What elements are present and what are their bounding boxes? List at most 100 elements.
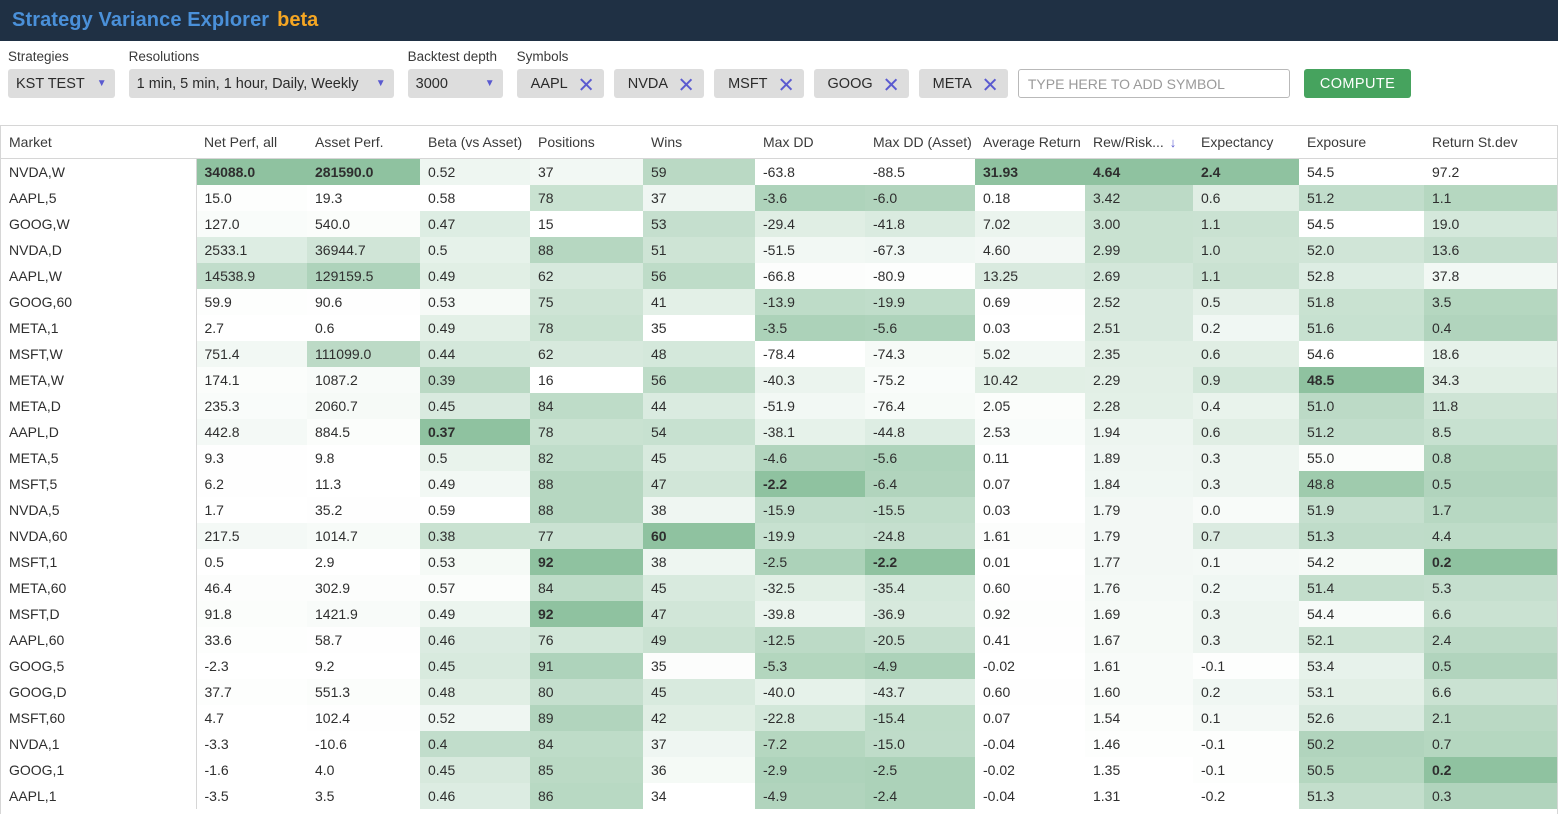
table-row[interactable]: NVDA,60217.51014.70.387760-19.9-24.81.61… bbox=[1, 523, 1557, 549]
cell-rew-risk: 1.79 bbox=[1085, 523, 1193, 549]
table-row[interactable]: MSFT,D91.81421.90.499247-39.8-36.90.921.… bbox=[1, 601, 1557, 627]
cell-avg-return: 0.01 bbox=[975, 549, 1085, 575]
close-icon[interactable] bbox=[982, 76, 998, 92]
cell-wins: 53 bbox=[643, 211, 755, 237]
column-header-positions[interactable]: Positions bbox=[530, 126, 643, 159]
backtest-depth-select[interactable]: 3000 ▼ bbox=[408, 69, 503, 98]
table-row[interactable]: META,W174.11087.20.391656-40.3-75.210.42… bbox=[1, 367, 1557, 393]
table-row[interactable]: META,D235.32060.70.458444-51.9-76.42.052… bbox=[1, 393, 1557, 419]
cell-asset: 9.2 bbox=[307, 653, 420, 679]
symbol-chip[interactable]: AAPL bbox=[517, 69, 604, 98]
cell-expectancy: 0.1 bbox=[1193, 549, 1299, 575]
column-header-rew-risk[interactable]: Rew/Risk...↓ bbox=[1085, 126, 1193, 159]
table-row[interactable]: MSFT,10.52.90.539238-2.5-2.20.011.770.15… bbox=[1, 549, 1557, 575]
cell-market: NVDA,60 bbox=[1, 523, 196, 549]
table-row[interactable]: GOOG,W127.0540.00.471553-29.4-41.87.023.… bbox=[1, 211, 1557, 237]
column-header-max-dd[interactable]: Max DD bbox=[755, 126, 865, 159]
symbol-chip[interactable]: MSFT bbox=[714, 69, 803, 98]
cell-rew-risk: 1.79 bbox=[1085, 497, 1193, 523]
cell-maxdd-asset: -74.3 bbox=[865, 341, 975, 367]
cell-beta: 0.49 bbox=[420, 601, 530, 627]
cell-avg-return: 31.93 bbox=[975, 159, 1085, 186]
table-row[interactable]: NVDA,D2533.136944.70.58851-51.5-67.34.60… bbox=[1, 237, 1557, 263]
column-header-beta-vs-asset[interactable]: Beta (vs Asset) bbox=[420, 126, 530, 159]
cell-expectancy: 0.2 bbox=[1193, 679, 1299, 705]
table-row[interactable]: NVDA,W34088.0281590.00.523759-63.8-88.53… bbox=[1, 159, 1557, 186]
table-row[interactable]: META,59.39.80.58245-4.6-5.60.111.890.355… bbox=[1, 445, 1557, 471]
cell-rew-risk: 3.00 bbox=[1085, 211, 1193, 237]
cell-net: 235.3 bbox=[196, 393, 307, 419]
table-row[interactable]: GOOG,1-1.64.00.458536-2.9-2.5-0.021.35-0… bbox=[1, 757, 1557, 783]
table-row[interactable]: AAPL,W14538.9129159.50.496256-66.8-80.91… bbox=[1, 263, 1557, 289]
cell-maxdd: -40.0 bbox=[755, 679, 865, 705]
column-header-exposure[interactable]: Exposure bbox=[1299, 126, 1424, 159]
cell-asset: 3.5 bbox=[307, 783, 420, 809]
cell-asset: 884.5 bbox=[307, 419, 420, 445]
symbol-chip[interactable]: NVDA bbox=[614, 69, 704, 98]
cell-wins: 59 bbox=[643, 159, 755, 186]
cell-maxdd: -78.4 bbox=[755, 341, 865, 367]
symbol-chip[interactable]: GOOG bbox=[814, 69, 909, 98]
cell-expectancy: 0.3 bbox=[1193, 627, 1299, 653]
cell-net: 174.1 bbox=[196, 367, 307, 393]
table-row[interactable]: AAPL,515.019.30.587837-3.6-6.00.183.420.… bbox=[1, 185, 1557, 211]
table-row[interactable]: META,12.70.60.497835-3.5-5.60.032.510.25… bbox=[1, 315, 1557, 341]
column-header-return-st-dev[interactable]: Return St.dev bbox=[1424, 126, 1557, 159]
table-row[interactable]: MSFT,56.211.30.498847-2.2-6.40.071.840.3… bbox=[1, 471, 1557, 497]
app-title-bar: Strategy Variance Explorer beta bbox=[0, 0, 1558, 41]
cell-maxdd: -13.9 bbox=[755, 289, 865, 315]
table-row[interactable]: NVDA,51.735.20.598838-15.9-15.50.031.790… bbox=[1, 497, 1557, 523]
column-header-net-perf-all[interactable]: Net Perf, all bbox=[196, 126, 307, 159]
cell-maxdd: -38.1 bbox=[755, 419, 865, 445]
compute-button[interactable]: COMPUTE bbox=[1304, 69, 1411, 98]
cell-positions: 16 bbox=[530, 367, 643, 393]
cell-avg-return: 7.02 bbox=[975, 211, 1085, 237]
cell-expectancy: 0.2 bbox=[1193, 575, 1299, 601]
table-row[interactable]: AAPL,1-3.53.50.468634-4.9-2.4-0.041.31-0… bbox=[1, 783, 1557, 809]
table-row[interactable]: GOOG,D37.7551.30.488045-40.0-43.70.601.6… bbox=[1, 679, 1557, 705]
column-header-asset-perf[interactable]: Asset Perf. bbox=[307, 126, 420, 159]
cell-return-stdev: 2.4 bbox=[1424, 627, 1557, 653]
cell-exposure: 52.0 bbox=[1299, 237, 1424, 263]
column-header-wins[interactable]: Wins bbox=[643, 126, 755, 159]
strategies-label: Strategies bbox=[8, 49, 115, 65]
cell-net: 34088.0 bbox=[196, 159, 307, 186]
cell-beta: 0.46 bbox=[420, 627, 530, 653]
symbol-chip[interactable]: META bbox=[919, 69, 1008, 98]
column-header-average-return[interactable]: Average Return bbox=[975, 126, 1085, 159]
add-symbol-input[interactable] bbox=[1018, 69, 1290, 98]
cell-beta: 0.53 bbox=[420, 289, 530, 315]
close-icon[interactable] bbox=[578, 76, 594, 92]
cell-wins: 37 bbox=[643, 731, 755, 757]
cell-maxdd: -3.6 bbox=[755, 185, 865, 211]
grid-header: MarketNet Perf, allAsset Perf.Beta (vs A… bbox=[1, 126, 1557, 159]
cell-avg-return: 0.07 bbox=[975, 705, 1085, 731]
cell-market: META,5 bbox=[1, 445, 196, 471]
strategies-select[interactable]: KST TEST ▼ bbox=[8, 69, 115, 98]
table-row[interactable]: AAPL,D442.8884.50.377854-38.1-44.82.531.… bbox=[1, 419, 1557, 445]
cell-beta: 0.5 bbox=[420, 237, 530, 263]
cell-positions: 77 bbox=[530, 523, 643, 549]
close-icon[interactable] bbox=[678, 76, 694, 92]
cell-wins: 42 bbox=[643, 705, 755, 731]
table-row[interactable]: NVDA,1-3.3-10.60.48437-7.2-15.0-0.041.46… bbox=[1, 731, 1557, 757]
cell-market: META,D bbox=[1, 393, 196, 419]
cell-return-stdev: 13.6 bbox=[1424, 237, 1557, 263]
table-row[interactable]: MSFT,W751.4111099.00.446248-78.4-74.35.0… bbox=[1, 341, 1557, 367]
column-header-max-dd-asset[interactable]: Max DD (Asset) bbox=[865, 126, 975, 159]
cell-exposure: 54.5 bbox=[1299, 211, 1424, 237]
cell-expectancy: 0.6 bbox=[1193, 341, 1299, 367]
table-row[interactable]: MSFT,604.7102.40.528942-22.8-15.40.071.5… bbox=[1, 705, 1557, 731]
close-icon[interactable] bbox=[883, 76, 899, 92]
cell-market: AAPL,D bbox=[1, 419, 196, 445]
cell-net: 4.7 bbox=[196, 705, 307, 731]
table-row[interactable]: GOOG,6059.990.60.537541-13.9-19.90.692.5… bbox=[1, 289, 1557, 315]
results-grid-container[interactable]: MarketNet Perf, allAsset Perf.Beta (vs A… bbox=[0, 125, 1558, 814]
table-row[interactable]: META,6046.4302.90.578445-32.5-35.40.601.… bbox=[1, 575, 1557, 601]
table-row[interactable]: GOOG,5-2.39.20.459135-5.3-4.9-0.021.61-0… bbox=[1, 653, 1557, 679]
resolutions-select[interactable]: 1 min, 5 min, 1 hour, Daily, Weekly ▼ bbox=[129, 69, 394, 98]
close-icon[interactable] bbox=[778, 76, 794, 92]
table-row[interactable]: AAPL,6033.658.70.467649-12.5-20.50.411.6… bbox=[1, 627, 1557, 653]
column-header-expectancy[interactable]: Expectancy bbox=[1193, 126, 1299, 159]
column-header-market[interactable]: Market bbox=[1, 126, 196, 159]
